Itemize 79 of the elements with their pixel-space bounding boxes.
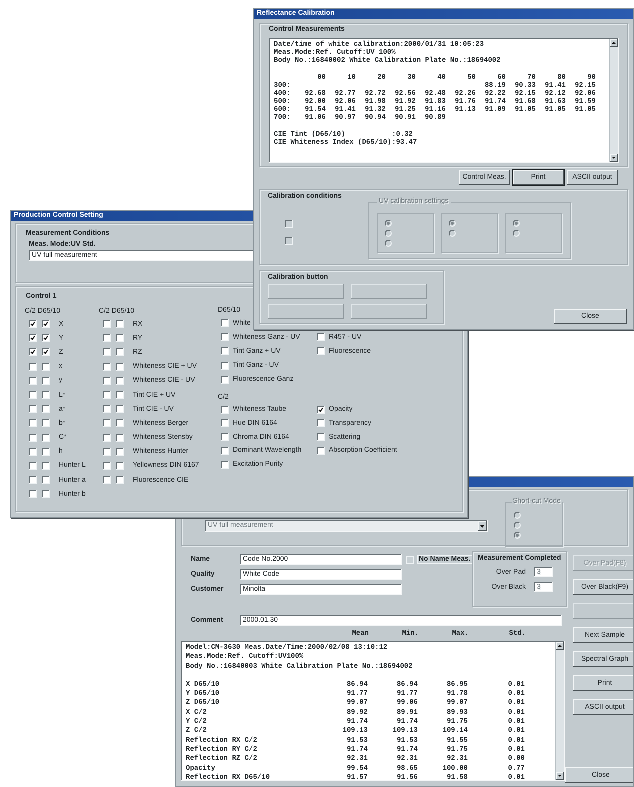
checkbox[interactable]	[221, 319, 229, 328]
radio-button[interactable]	[513, 220, 520, 227]
checkbox[interactable]	[29, 391, 37, 400]
checkbox[interactable]	[29, 348, 37, 356]
checkbox[interactable]	[103, 405, 111, 414]
radio-button[interactable]	[514, 512, 521, 519]
checkbox[interactable]	[42, 462, 50, 470]
checkbox[interactable]	[116, 419, 124, 428]
checkbox[interactable]	[42, 405, 50, 414]
checkbox[interactable]	[221, 376, 229, 384]
checkbox[interactable]	[221, 347, 229, 356]
checkbox[interactable]	[42, 362, 50, 371]
checkbox[interactable]	[29, 376, 37, 385]
checkbox[interactable]	[29, 334, 37, 342]
checkbox[interactable]	[103, 476, 111, 484]
scrollbar[interactable]	[555, 642, 564, 780]
checkbox[interactable]	[317, 419, 325, 428]
checkbox[interactable]	[317, 347, 325, 356]
checkbox[interactable]	[317, 433, 325, 442]
checkbox[interactable]	[29, 405, 37, 414]
radio-button[interactable]	[385, 240, 392, 247]
checkbox[interactable]	[103, 391, 111, 400]
checkbox[interactable]	[116, 391, 124, 400]
checkbox[interactable]	[29, 476, 37, 484]
checkbox[interactable]	[42, 434, 50, 442]
checkbox[interactable]	[103, 334, 111, 342]
radio-button[interactable]	[449, 230, 456, 237]
checkbox[interactable]	[221, 333, 229, 342]
checkbox[interactable]	[42, 476, 50, 484]
checkbox[interactable]	[221, 419, 229, 428]
checkbox[interactable]	[42, 448, 50, 456]
checkbox[interactable]	[103, 376, 111, 385]
checkbox[interactable]	[42, 391, 50, 400]
checkbox[interactable]	[103, 320, 111, 328]
radio-button[interactable]	[513, 230, 520, 237]
checkbox[interactable]	[42, 490, 50, 498]
checkbox[interactable]	[116, 476, 124, 484]
checkbox[interactable]	[317, 333, 325, 342]
checkbox[interactable]	[116, 348, 124, 356]
checkbox[interactable]	[221, 362, 229, 370]
caret-icon	[480, 524, 485, 528]
checkbox[interactable]	[317, 406, 325, 414]
radio-button[interactable]	[449, 220, 456, 227]
checkbox[interactable]	[116, 405, 124, 414]
checkbox[interactable]	[29, 448, 37, 456]
checkbox[interactable]	[103, 348, 111, 356]
checkbox[interactable]	[42, 334, 50, 342]
checkbox[interactable]	[116, 448, 124, 456]
checkbox[interactable]	[116, 376, 124, 385]
checkbox[interactable]	[29, 419, 37, 428]
checkbox[interactable]	[29, 462, 37, 470]
checkbox[interactable]	[103, 434, 111, 442]
checkbox[interactable]	[116, 362, 124, 371]
scrollbar[interactable]	[609, 39, 618, 162]
radio-button[interactable]	[385, 220, 392, 227]
checkbox[interactable]	[221, 460, 229, 469]
checkbox[interactable]	[221, 406, 229, 414]
checkbox[interactable]	[29, 434, 37, 442]
radio-button[interactable]	[385, 230, 392, 237]
checkbox[interactable]	[42, 419, 50, 428]
radio-button[interactable]	[514, 522, 521, 529]
checkbox[interactable]	[221, 433, 229, 442]
checkbox[interactable]	[42, 376, 50, 385]
checkbox[interactable]	[116, 320, 124, 328]
checkbox[interactable]	[116, 334, 124, 342]
checkbox[interactable]	[221, 446, 229, 455]
radio-button[interactable]	[514, 532, 521, 539]
checkbox[interactable]	[317, 446, 325, 455]
checkbox[interactable]	[42, 348, 50, 356]
checkbox[interactable]	[103, 462, 111, 470]
checkbox[interactable]	[103, 419, 111, 428]
checkbox[interactable]	[116, 462, 124, 470]
checkbox[interactable]	[29, 490, 37, 498]
checkbox[interactable]	[116, 434, 124, 442]
checkbox[interactable]	[29, 362, 37, 371]
checkbox[interactable]	[103, 448, 111, 456]
checkbox[interactable]	[103, 362, 111, 371]
checkbox[interactable]	[42, 320, 50, 328]
checkbox[interactable]	[29, 320, 37, 328]
